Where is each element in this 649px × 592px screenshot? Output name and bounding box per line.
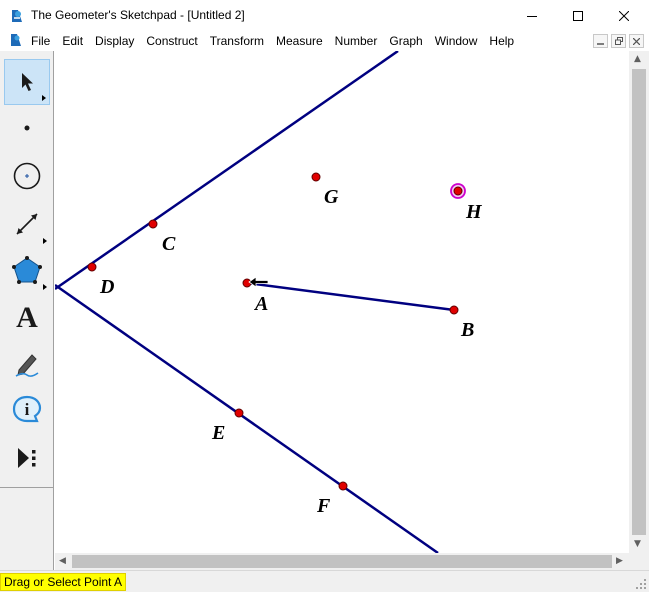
information-tool[interactable]: i [4,387,50,433]
point-b[interactable] [449,305,459,315]
restore-icon [614,37,623,45]
menu-transform[interactable]: Transform [210,34,264,48]
compass-tool[interactable] [4,153,50,199]
point-d[interactable] [87,262,97,272]
label-f[interactable]: F [316,495,331,517]
custom-tool[interactable] [4,435,50,481]
horizontal-scrollbar[interactable]: ◀ ▶ [55,553,629,570]
doc-restore-button[interactable] [611,34,626,48]
close-button[interactable] [601,0,647,31]
minimize-icon [527,15,537,17]
vertical-scroll-thumb[interactable] [632,69,646,535]
label-b[interactable]: B [460,319,474,341]
menu-graph[interactable]: Graph [389,34,422,48]
point-f[interactable] [338,481,348,491]
point-tool[interactable] [4,105,50,151]
close-icon [633,37,640,45]
svg-text:i: i [25,400,30,419]
label-g[interactable]: G [324,186,339,208]
vertical-scrollbar[interactable]: ▲ ▼ [629,51,649,553]
scroll-up-icon[interactable]: ▲ [634,54,641,64]
arrow-tool[interactable] [4,59,50,105]
maximize-icon [573,10,583,21]
label-a[interactable]: A [253,293,268,315]
close-icon [619,10,629,21]
point-g[interactable] [311,172,321,182]
menu-construct[interactable]: Construct [146,34,197,48]
resize-grip-icon[interactable] [635,578,647,590]
menu-items: File Edit Display Construct Transform Me… [31,31,526,51]
menu-measure[interactable]: Measure [276,34,323,48]
menu-file[interactable]: File [31,34,50,48]
title-bar: The Geometer's Sketchpad - [Untitled 2] [0,0,649,31]
menu-edit[interactable]: Edit [62,34,83,48]
text-icon: A [16,301,38,334]
app-icon [12,10,22,22]
ray-dc[interactable] [54,49,399,291]
menu-number[interactable]: Number [335,34,378,48]
straightedge-tool[interactable] [4,201,50,247]
sketch-canvas[interactable]: A B C D E F G H [54,49,629,555]
compass-icon [13,162,41,190]
marker-icon [15,354,39,377]
point-h[interactable] [453,186,463,196]
polygon-icon [12,256,42,284]
document-icon[interactable] [9,33,23,48]
scroll-left-icon[interactable]: ◀ [59,556,66,566]
tool-expand-indicator [43,238,47,244]
tool-expand-indicator [42,95,46,101]
scrollbar-corner [629,553,649,570]
status-bar: Drag or Select Point A [0,570,649,592]
arrow-icon [22,73,33,91]
minimize-icon [597,42,604,45]
point-e[interactable] [234,408,244,418]
minimize-button[interactable] [509,0,555,31]
text-tool[interactable]: A [4,295,50,341]
status-message: Drag or Select Point A [0,573,127,591]
scroll-right-icon[interactable]: ▶ [616,556,623,566]
custom-tool-icon [18,448,36,468]
segment-ab[interactable] [246,281,455,312]
horizontal-scroll-thumb[interactable] [72,555,612,568]
label-h[interactable]: H [465,201,483,223]
polygon-tool[interactable] [4,247,50,293]
scroll-down-icon[interactable]: ▼ [634,539,641,549]
ray-ef[interactable] [54,283,439,555]
marker-tool[interactable] [4,341,50,387]
doc-minimize-button[interactable] [593,34,608,48]
toolbox-divider [0,487,53,488]
window-title: The Geometer's Sketchpad - [Untitled 2] [31,8,245,22]
tool-expand-indicator [43,284,47,290]
straightedge-icon [16,213,38,235]
menu-help[interactable]: Help [489,34,514,48]
label-c[interactable]: C [162,233,176,255]
point-c[interactable] [148,219,158,229]
doc-close-button[interactable] [629,34,644,48]
label-d[interactable]: D [99,276,114,298]
label-e[interactable]: E [211,422,225,444]
menu-window[interactable]: Window [435,34,478,48]
toolbox: A i [0,51,54,570]
sketch-drawing[interactable]: A B C D E F G H [54,49,629,555]
menu-display[interactable]: Display [95,34,134,48]
point-icon [24,125,30,131]
menu-bar: File Edit Display Construct Transform Me… [0,31,649,51]
information-icon: i [12,395,42,423]
maximize-button[interactable] [555,0,601,31]
